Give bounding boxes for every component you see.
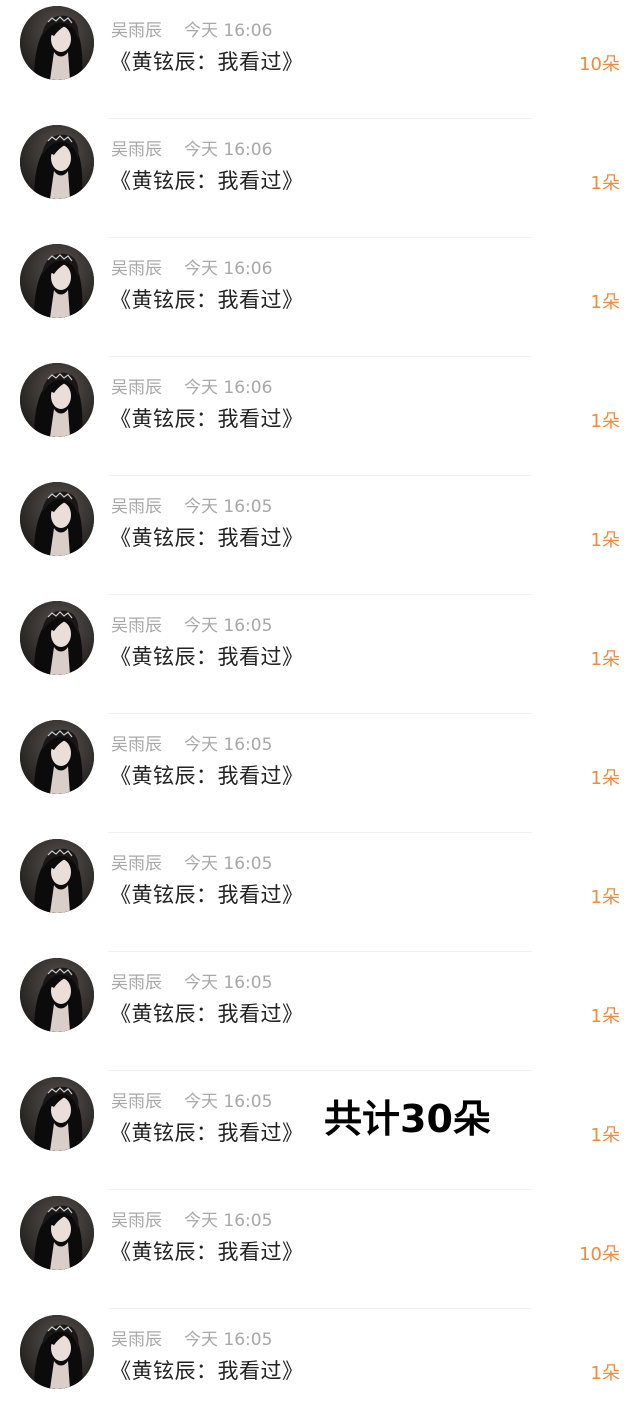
avatar[interactable] [20,720,94,794]
list-item[interactable]: 吴雨辰 今天 16:05 《黄铉辰：我看过》 1朵 [0,1071,640,1190]
list-item[interactable]: 吴雨辰 今天 16:06 《黄铉辰：我看过》 1朵 [0,119,640,238]
timestamp: 今天 16:05 [184,735,273,755]
timestamp: 今天 16:06 [184,378,273,398]
timestamp: 今天 16:06 [184,21,273,41]
timestamp: 今天 16:05 [184,1211,273,1231]
list-item[interactable]: 吴雨辰 今天 16:05 《黄铉辰：我看过》 1朵 [0,714,640,833]
avatar[interactable] [20,244,94,318]
flower-amount: 10朵 [579,54,620,75]
avatar[interactable] [20,958,94,1032]
user-name[interactable]: 吴雨辰 [111,254,162,279]
timestamp: 今天 16:06 [184,259,273,279]
timestamp: 今天 16:05 [184,1330,273,1350]
item-title[interactable]: 《黄铉辰：我看过》 [110,1355,304,1385]
user-name[interactable]: 吴雨辰 [111,373,162,398]
flower-amount: 1朵 [590,411,620,432]
user-name[interactable]: 吴雨辰 [111,492,162,517]
list-item[interactable]: 吴雨辰 今天 16:06 《黄铉辰：我看过》 1朵 [0,357,640,476]
list-item[interactable]: 吴雨辰 今天 16:05 《黄铉辰：我看过》 1朵 [0,833,640,952]
timestamp: 今天 16:05 [184,1092,273,1112]
user-name[interactable]: 吴雨辰 [111,1206,162,1231]
list-item[interactable]: 吴雨辰 今天 16:05 《黄铉辰：我看过》 1朵 [0,476,640,595]
item-title[interactable]: 《黄铉辰：我看过》 [110,760,304,790]
flower-amount: 1朵 [590,530,620,551]
list-item[interactable]: 吴雨辰 今天 16:05 《黄铉辰：我看过》 10朵 [0,1190,640,1309]
list-item[interactable]: 吴雨辰 今天 16:06 《黄铉辰：我看过》 10朵 [0,0,640,119]
item-title[interactable]: 《黄铉辰：我看过》 [110,46,304,76]
list-item[interactable]: 吴雨辰 今天 16:05 《黄铉辰：我看过》 1朵 [0,952,640,1071]
item-title[interactable]: 《黄铉辰：我看过》 [110,165,304,195]
user-name[interactable]: 吴雨辰 [111,968,162,993]
user-name[interactable]: 吴雨辰 [111,1087,162,1112]
avatar[interactable] [20,1196,94,1270]
timestamp: 今天 16:05 [184,854,273,874]
flower-amount: 1朵 [590,173,620,194]
flower-amount: 1朵 [590,292,620,313]
item-title[interactable]: 《黄铉辰：我看过》 [110,1236,304,1266]
list-item[interactable]: 吴雨辰 今天 16:05 《黄铉辰：我看过》 1朵 [0,1309,640,1428]
list-item[interactable]: 吴雨辰 今天 16:06 《黄铉辰：我看过》 1朵 [0,238,640,357]
item-title[interactable]: 《黄铉辰：我看过》 [110,522,304,552]
flower-amount: 1朵 [590,1125,620,1146]
timestamp: 今天 16:06 [184,140,273,160]
flower-amount: 1朵 [590,1363,620,1384]
timestamp: 今天 16:05 [184,497,273,517]
avatar[interactable] [20,839,94,913]
flower-amount: 1朵 [590,649,620,670]
flower-amount: 1朵 [590,1006,620,1027]
user-name[interactable]: 吴雨辰 [111,16,162,41]
user-name[interactable]: 吴雨辰 [111,730,162,755]
avatar[interactable] [20,363,94,437]
avatar[interactable] [20,6,94,80]
avatar[interactable] [20,482,94,556]
list-item[interactable]: 吴雨辰 今天 16:05 《黄铉辰：我看过》 1朵 [0,595,640,714]
user-name[interactable]: 吴雨辰 [111,1325,162,1350]
timestamp: 今天 16:05 [184,973,273,993]
user-name[interactable]: 吴雨辰 [111,849,162,874]
item-title[interactable]: 《黄铉辰：我看过》 [110,1117,304,1147]
user-name[interactable]: 吴雨辰 [111,611,162,636]
avatar[interactable] [20,1077,94,1151]
avatar[interactable] [20,125,94,199]
timestamp: 今天 16:05 [184,616,273,636]
flower-amount: 1朵 [590,887,620,908]
avatar[interactable] [20,601,94,675]
item-title[interactable]: 《黄铉辰：我看过》 [110,403,304,433]
avatar[interactable] [20,1315,94,1389]
user-name[interactable]: 吴雨辰 [111,135,162,160]
flower-amount: 10朵 [579,1244,620,1265]
flower-amount: 1朵 [590,768,620,789]
total-label: 共计30朵 [324,1097,491,1141]
item-title[interactable]: 《黄铉辰：我看过》 [110,879,304,909]
item-title[interactable]: 《黄铉辰：我看过》 [110,998,304,1028]
item-title[interactable]: 《黄铉辰：我看过》 [110,284,304,314]
item-title[interactable]: 《黄铉辰：我看过》 [110,641,304,671]
